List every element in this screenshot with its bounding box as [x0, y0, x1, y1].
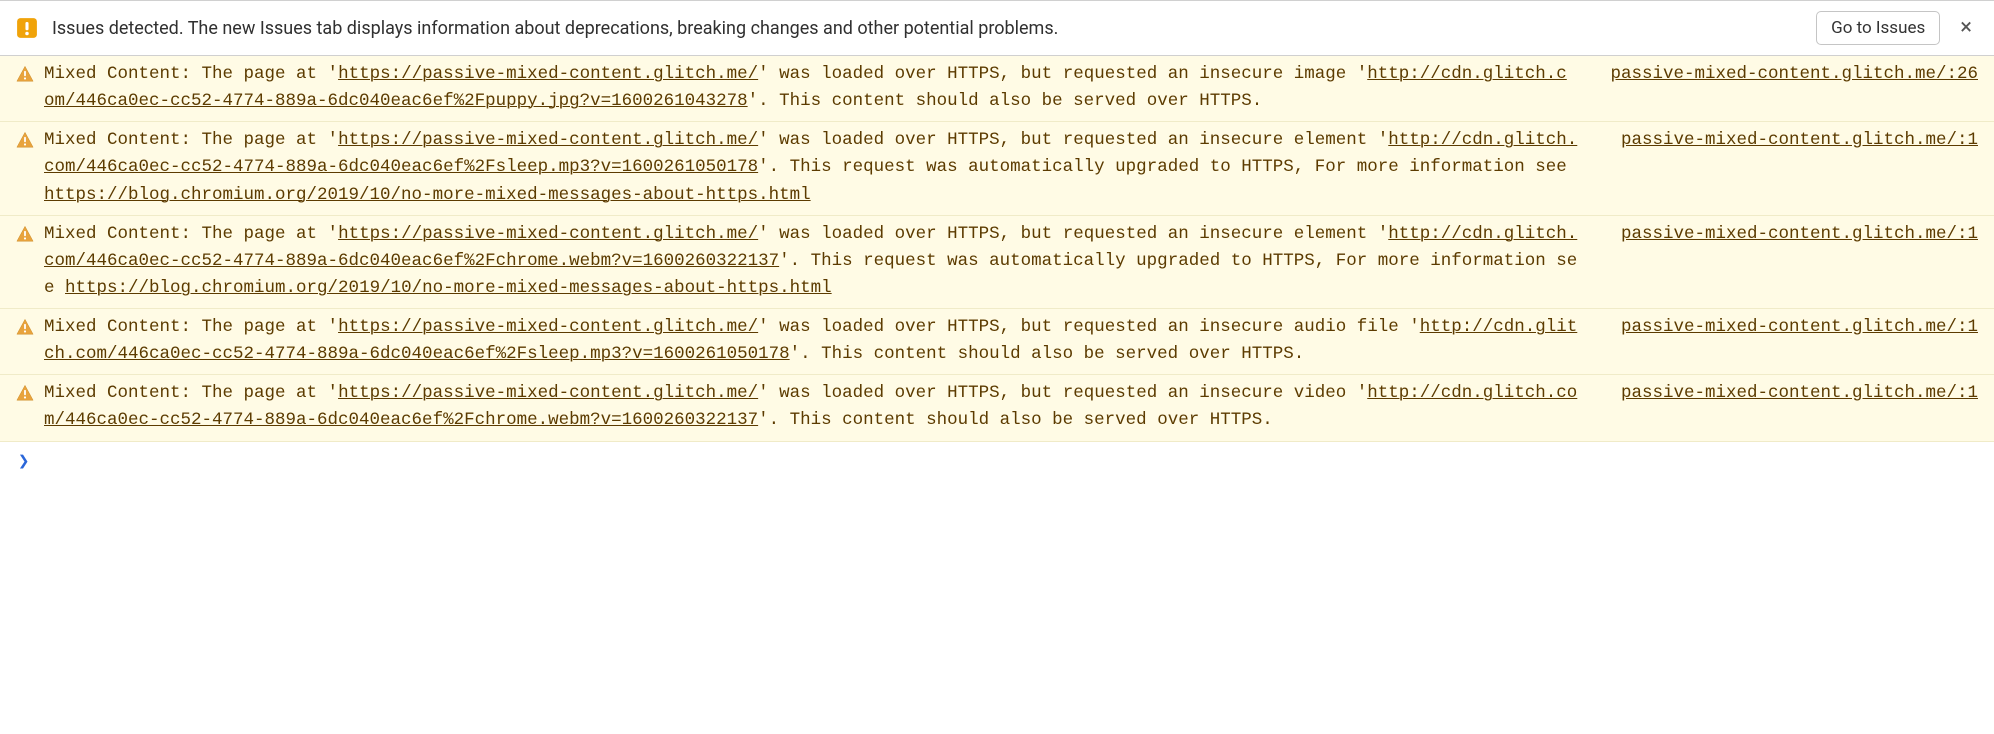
inline-url-link[interactable]: http://cdn.glitch.com/446ca0ec-cc52-4774…	[44, 64, 1567, 111]
console-warning-message: Mixed Content: The page at 'https://pass…	[44, 221, 1581, 302]
warning-triangle-icon	[16, 225, 34, 243]
console-source-link[interactable]: passive-mixed-content.glitch.me/:1	[1621, 127, 1978, 154]
inline-url-link[interactable]: https://blog.chromium.org/2019/10/no-mor…	[44, 185, 811, 205]
console-source-link[interactable]: passive-mixed-content.glitch.me/:26	[1610, 61, 1978, 88]
warning-triangle-icon	[16, 384, 34, 402]
warning-triangle-icon	[16, 318, 34, 336]
console-source-link[interactable]: passive-mixed-content.glitch.me/:1	[1621, 314, 1978, 341]
inline-url-link[interactable]: https://passive-mixed-content.glitch.me/	[338, 383, 758, 403]
inline-url-link[interactable]: https://passive-mixed-content.glitch.me/	[338, 130, 758, 150]
issues-info-bar: Issues detected. The new Issues tab disp…	[0, 0, 1994, 56]
warning-triangle-icon	[16, 65, 34, 83]
inline-url-link[interactable]: https://passive-mixed-content.glitch.me/	[338, 64, 758, 84]
close-icon[interactable]: ×	[1954, 17, 1978, 39]
inline-url-link[interactable]: http://cdn.glitch.com/446ca0ec-cc52-4774…	[44, 130, 1577, 177]
inline-url-link[interactable]: https://passive-mixed-content.glitch.me/	[338, 317, 758, 337]
console-warning-message: Mixed Content: The page at 'https://pass…	[44, 61, 1570, 115]
console-source-link[interactable]: passive-mixed-content.glitch.me/:1	[1621, 221, 1978, 248]
issues-info-text: Issues detected. The new Issues tab disp…	[52, 18, 1802, 39]
inline-url-link[interactable]: http://cdn.glitch.com/446ca0ec-cc52-4774…	[44, 317, 1577, 364]
inline-url-link[interactable]: https://blog.chromium.org/2019/10/no-mor…	[65, 278, 832, 298]
console-source-link[interactable]: passive-mixed-content.glitch.me/:1	[1621, 380, 1978, 407]
inline-url-link[interactable]: http://cdn.glitch.com/446ca0ec-cc52-4774…	[44, 383, 1577, 430]
inline-url-link[interactable]: https://passive-mixed-content.glitch.me/	[338, 224, 758, 244]
warning-triangle-icon	[16, 131, 34, 149]
console-message-wrap: Mixed Content: The page at 'https://pass…	[44, 127, 1978, 208]
console-warning-row: Mixed Content: The page at 'https://pass…	[0, 122, 1994, 215]
console-message-list: Mixed Content: The page at 'https://pass…	[0, 56, 1994, 442]
console-message-wrap: Mixed Content: The page at 'https://pass…	[44, 221, 1978, 302]
console-warning-row: Mixed Content: The page at 'https://pass…	[0, 56, 1994, 122]
console-message-wrap: Mixed Content: The page at 'https://pass…	[44, 314, 1978, 368]
issues-detected-icon	[16, 17, 38, 39]
console-warning-message: Mixed Content: The page at 'https://pass…	[44, 314, 1581, 368]
console-prompt[interactable]: ❯	[0, 442, 1994, 480]
inline-url-link[interactable]: http://cdn.glitch.com/446ca0ec-cc52-4774…	[44, 224, 1577, 271]
console-warning-row: Mixed Content: The page at 'https://pass…	[0, 216, 1994, 309]
console-message-wrap: Mixed Content: The page at 'https://pass…	[44, 61, 1978, 115]
console-warning-row: Mixed Content: The page at 'https://pass…	[0, 309, 1994, 375]
console-warning-message: Mixed Content: The page at 'https://pass…	[44, 380, 1581, 434]
console-message-wrap: Mixed Content: The page at 'https://pass…	[44, 380, 1978, 434]
go-to-issues-button[interactable]: Go to Issues	[1816, 11, 1940, 45]
console-warning-row: Mixed Content: The page at 'https://pass…	[0, 375, 1994, 441]
console-warning-message: Mixed Content: The page at 'https://pass…	[44, 127, 1581, 208]
